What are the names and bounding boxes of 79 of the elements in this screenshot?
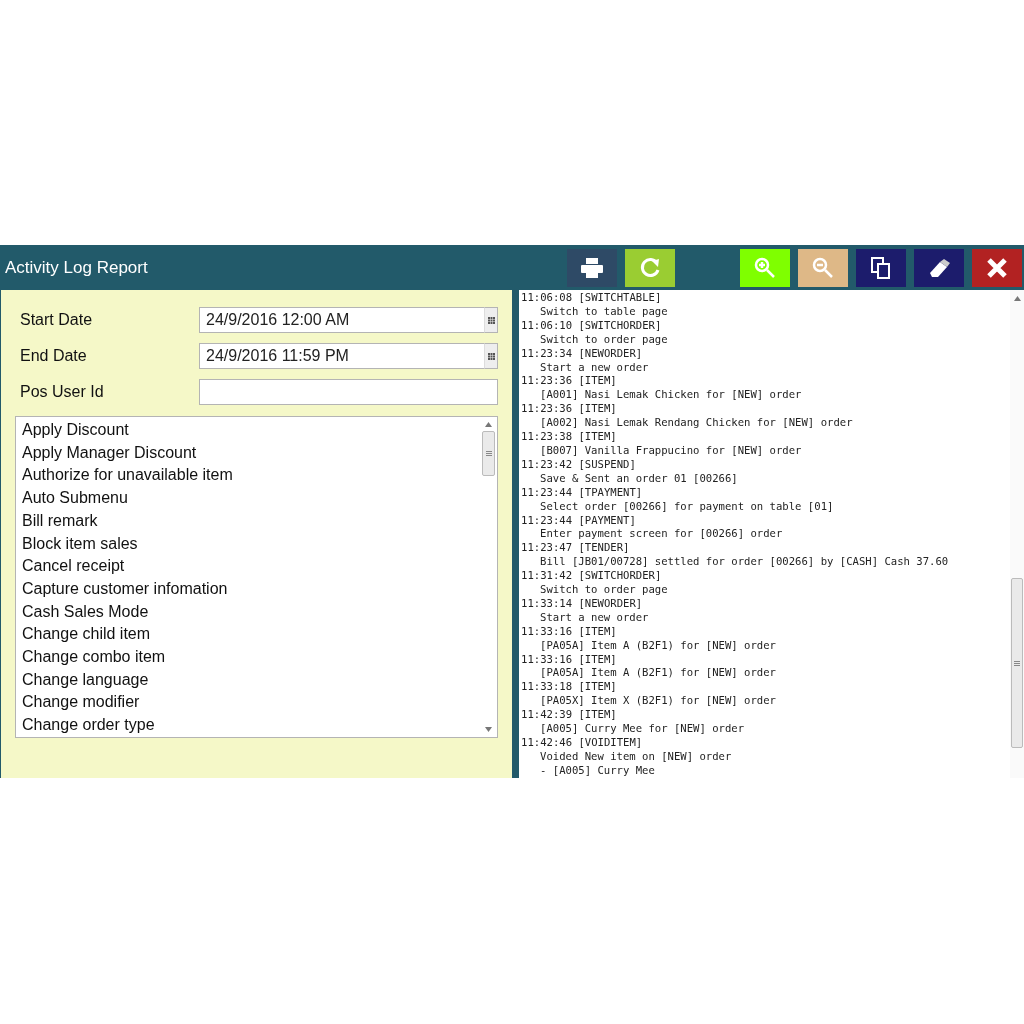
log-entry-header: 11:33:16 [ITEM] [521,624,618,639]
field-label: End Date [19,346,88,366]
field-label: Pos User Id [19,382,105,402]
list-item[interactable]: Change modifier [22,691,474,715]
zoom-in-icon [754,256,776,279]
calendar-button[interactable] [484,307,498,333]
zoom-out-icon [812,256,834,279]
log-entry-header: 11:06:08 [SWITCHTABLE] [521,291,663,305]
log-entry-text: Switch to order page [539,583,669,597]
scroll-up-icon[interactable] [485,422,492,427]
scroll-down-icon[interactable] [485,727,492,732]
log-entry-header: 11:23:42 [SUSPEND] [521,457,637,472]
input-field[interactable] [199,379,498,405]
log-entry-text: [A001] Nasi Lemak Chicken for [NEW] order [539,388,803,403]
calendar-button[interactable] [484,343,498,369]
copy-icon [871,256,891,279]
log-entry-header: 11:23:47 [TENDER] [521,541,631,556]
log-entry-text: [PA05A] Item A (B2F1) for [NEW] order [539,638,777,653]
log-entry-header: 11:42:46 [VOIDITEM] [521,736,644,750]
refresh-icon [639,256,661,279]
field-label: Start Date [19,310,94,330]
close-icon [986,256,1008,279]
log-entry-text: Enter payment screen for [00266] order [539,527,784,542]
window-title: Activity Log Report [5,256,148,279]
log-entry-header: 11:42:39 [ITEM] [521,708,618,723]
log-entry-text: [A002] Nasi Lemak Rendang Chicken for [NEW] order [539,416,854,431]
list-item[interactable]: Capture customer infomation [22,577,474,601]
calendar-icon [487,316,495,324]
list-item[interactable]: Change child item [22,623,474,647]
printer-icon [581,257,603,278]
zoom-out-button[interactable] [798,248,848,287]
log-entry-header: 11:23:44 [TPAYMENT] [521,485,644,500]
log-entry-text: Switch to order page [539,332,669,347]
scrollbar-thumb[interactable] [482,431,495,476]
log-entry-header: 11:23:34 [NEWORDER] [521,346,644,361]
copy-button[interactable] [856,248,906,287]
eraser-icon [928,258,950,277]
log-entry-header: 11:33:14 [NEWORDER] [521,596,644,611]
list-item[interactable]: Authorize for unavailable item [22,464,474,488]
log-entry-header: 11:23:38 [ITEM] [521,430,618,444]
print-button[interactable] [567,248,617,287]
log-entry-text: Start a new order [539,610,650,625]
list-item[interactable]: Change language [22,668,474,692]
log-entry-text: [PA05A] Item A (B2F1) for [NEW] order [539,666,777,681]
list-item[interactable]: Block item sales [22,532,474,556]
scrollbar-thumb[interactable] [1011,578,1023,748]
date-field[interactable]: 24/9/2016 11:59 PM [199,343,484,369]
list-item[interactable]: Auto Submenu [22,487,474,510]
list-item[interactable]: Bill remark [22,509,474,533]
log-entry-text: [PA05X] Item X (B2F1) for [NEW] order [539,694,777,709]
zoom-in-button[interactable] [740,248,790,287]
log-entry-header: 11:33:18 [ITEM] [521,680,618,695]
list-item[interactable]: Change order type [22,714,474,737]
close-button[interactable] [972,248,1022,287]
log-entry-header: 11:23:36 [ITEM] [521,374,618,389]
log-entry-header: 11:31:42 [SWITCHORDER] [521,569,663,584]
log-entry-text: [B007] Vanilla Frappucino for [NEW] order [539,443,803,458]
log-entry-header: 11:23:36 [ITEM] [521,402,618,417]
scroll-up-icon[interactable] [1013,296,1021,301]
log-entry-header: 11:06:10 [SWITCHORDER] [521,318,663,333]
date-field[interactable]: 24/9/2016 12:00 AM [199,307,484,333]
log-entry-text: Bill [JB01/00728] settled for order [00266] by [CASH] Cash 37.60 [539,555,950,570]
log-entry-text: [A005] Curry Mee for [NEW] order [539,722,746,736]
log-entry-header: 11:23:44 [PAYMENT] [521,513,637,528]
list-item[interactable]: Cash Sales Mode [22,600,474,624]
log-entry-text: Select order [00266] for payment on table [01] [539,499,835,514]
log-entry-text: Start a new order [539,360,650,375]
list-item[interactable]: Cancel receipt [22,555,474,578]
log-entry-text: Voided New item on [NEW] order [539,749,733,764]
list-item[interactable]: Apply Manager Discount [22,441,474,465]
log-entry-text: Save & Sent an order 01 [00266] [539,471,739,486]
calendar-icon [487,352,495,360]
list-item[interactable]: Apply Discount [22,419,474,442]
refresh-button[interactable] [625,248,675,287]
erase-button[interactable] [914,248,964,287]
log-entry-text: - [A005] Curry Mee [539,763,656,778]
log-entry-text: Switch to table page [539,304,669,319]
list-item[interactable]: Change combo item [22,646,474,669]
log-entry-header: 11:33:16 [ITEM] [521,652,618,667]
